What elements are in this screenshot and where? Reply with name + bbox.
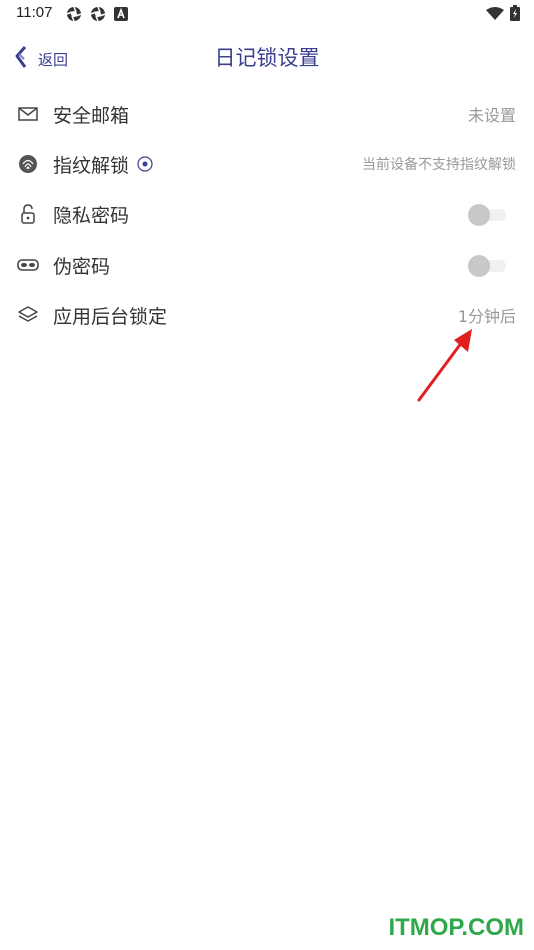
row-label: 应用后台锁定: [53, 305, 168, 328]
watermark: ITMOP.COM: [388, 914, 524, 941]
settings-row-fingerprint[interactable]: 指纹解锁 当前设备不支持指纹解锁: [0, 139, 534, 189]
row-label: 隐私密码: [53, 204, 130, 227]
row-value: 未设置: [467, 106, 516, 125]
wifi-icon: [486, 6, 504, 25]
lock-icon: [17, 203, 39, 225]
toggle-knob: [468, 255, 490, 277]
layers-icon: [17, 304, 39, 326]
app-a-icon: [114, 6, 128, 26]
info-circle-icon[interactable]: [137, 156, 153, 172]
app-header: 返回 日记锁设置: [0, 38, 534, 78]
status-time: 11:07: [16, 4, 53, 21]
annotation-arrow-icon: [417, 329, 472, 402]
battery-icon: [510, 5, 520, 25]
status-system-icons: [486, 5, 520, 25]
settings-row-privacy-password: 隐私密码: [0, 189, 534, 239]
page-title: 日记锁设置: [214, 46, 320, 70]
row-label: 伪密码: [53, 255, 111, 278]
fake-password-toggle[interactable]: [468, 255, 506, 277]
toggle-knob: [468, 204, 490, 226]
row-label: 指纹解锁: [53, 154, 130, 177]
aperture-icon: [66, 6, 82, 26]
fingerprint-icon: [17, 153, 39, 175]
status-notification-icons: [66, 6, 128, 26]
mail-icon: [17, 103, 39, 125]
aperture-icon: [90, 6, 106, 26]
row-label: 安全邮箱: [53, 104, 130, 127]
settings-row-fake-password: 伪密码: [0, 240, 534, 290]
mask-icon: [17, 254, 39, 276]
row-value: 当前设备不支持指纹解锁: [362, 157, 516, 173]
status-bar: 11:07: [0, 0, 534, 28]
privacy-password-toggle[interactable]: [468, 204, 506, 226]
settings-row-email[interactable]: 安全邮箱 未设置: [0, 89, 534, 139]
